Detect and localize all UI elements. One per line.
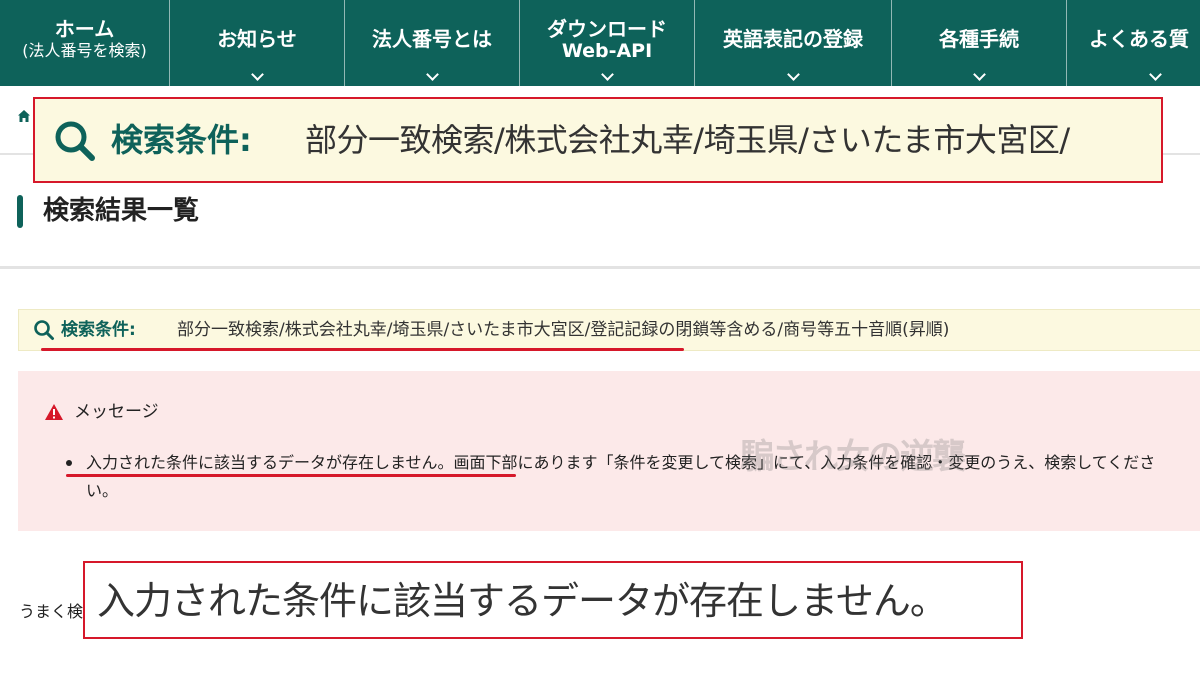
highlight-underline: [41, 348, 684, 351]
page-title: 検索結果一覧: [43, 196, 200, 226]
nav-item-news-label: お知らせ: [217, 27, 297, 51]
message-box: メッセージ 入力された条件に該当するデータが存在しません。画面下部にあります「条…: [18, 371, 1200, 531]
nav-item-home[interactable]: ホーム (法人番号を検索): [0, 0, 170, 86]
search-condition-label: 検索条件:: [61, 320, 136, 340]
nav-item-procedures[interactable]: 各種手続: [892, 0, 1067, 86]
nav-item-about[interactable]: 法人番号とは: [345, 0, 520, 86]
zoom-callout-search-condition: 検索条件: 部分一致検索/株式会社丸幸/埼玉県/さいたま市大宮区/: [33, 97, 1163, 183]
highlight-underline: [66, 474, 516, 477]
chevron-down-icon: [426, 68, 439, 81]
nav-item-procedures-label: 各種手続: [939, 27, 1019, 51]
chevron-down-icon: [251, 68, 264, 81]
nav-item-home-label: ホーム: [54, 17, 115, 41]
nav-item-download-label: ダウンロード: [547, 17, 667, 41]
nav-item-english[interactable]: 英語表記の登録: [695, 0, 892, 86]
help-text-partial: うまく検: [19, 602, 83, 621]
chevron-down-icon: [1149, 68, 1162, 81]
search-icon: [34, 320, 54, 340]
global-nav: ホーム (法人番号を検索) お知らせ 法人番号とは ダウンロード Web-API…: [0, 0, 1200, 86]
divider: [0, 266, 1200, 269]
chevron-down-icon: [601, 68, 614, 81]
search-condition-box: 検索条件: 部分一致検索/株式会社丸幸/埼玉県/さいたま市大宮区/登記記録の閉鎖…: [18, 309, 1200, 351]
nav-item-about-label: 法人番号とは: [372, 27, 492, 51]
chevron-down-icon: [787, 68, 800, 81]
nav-item-download[interactable]: ダウンロード Web-API: [520, 0, 695, 86]
message-title: メッセージ: [74, 402, 159, 422]
list-bullet: [66, 460, 72, 466]
search-condition-value: 部分一致検索/株式会社丸幸/埼玉県/さいたま市大宮区/登記記録の閉鎖等含める/商…: [177, 320, 950, 340]
nav-item-english-label: 英語表記の登録: [723, 27, 863, 51]
nav-item-news[interactable]: お知らせ: [170, 0, 345, 86]
warning-icon: [45, 404, 63, 420]
message-emphasis: 入力された条件に該当するデータが存在しません。: [86, 453, 454, 472]
zoom-callout-message: 入力された条件に該当するデータが存在しません。: [83, 561, 1023, 639]
nav-item-faq-label: よくある質: [1089, 27, 1189, 51]
message-text: 入力された条件に該当するデータが存在しません。画面下部にあります「条件を変更して…: [86, 449, 1176, 505]
nav-item-home-sub: (法人番号を検索): [22, 41, 147, 60]
chevron-down-icon: [973, 68, 986, 81]
home-icon[interactable]: [17, 109, 31, 123]
nav-item-download-sub: Web-API: [561, 40, 653, 62]
zoom-message-text: 入力された条件に該当するデータが存在しません。: [97, 579, 948, 623]
zoom-condition-value: 部分一致検索/株式会社丸幸/埼玉県/さいたま市大宮区/: [305, 121, 1070, 159]
nav-item-faq[interactable]: よくある質: [1067, 0, 1200, 86]
title-accent-bar: [17, 195, 23, 228]
search-icon: [55, 121, 95, 161]
zoom-condition-label: 検索条件:: [111, 121, 252, 159]
watermark: 騙され女の逆襲: [740, 437, 966, 477]
